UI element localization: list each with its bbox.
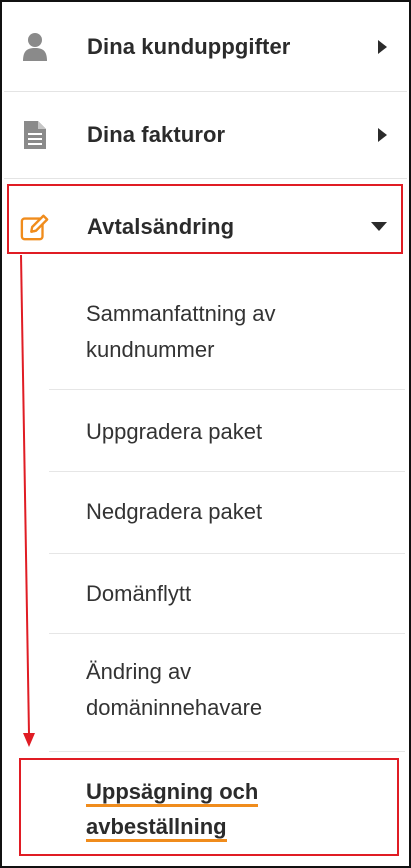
submenu-item-label: Sammanfattning av kundnummer [86, 301, 276, 362]
menu-item-kunduppgifter[interactable]: Dina kunduppgifter [4, 2, 407, 92]
edit-icon [20, 211, 50, 243]
submenu-item-uppsagning[interactable]: Uppsägning och avbeställning [49, 752, 405, 862]
submenu-item-domanflytt[interactable]: Domänflytt [49, 554, 405, 634]
submenu-item-sammanfattning[interactable]: Sammanfattning av kundnummer [49, 274, 405, 390]
navigation-menu: Dina kunduppgifter Dina fakturor Avtalsä… [0, 0, 411, 868]
submenu-item-andring-domaninnehavare[interactable]: Ändring av domäninnehavare [49, 634, 405, 752]
submenu-item-nedgradera[interactable]: Nedgradera paket [49, 472, 405, 554]
menu-item-label: Dina fakturor [87, 122, 226, 147]
submenu-item-uppgradera[interactable]: Uppgradera paket [49, 390, 405, 472]
chevron-right-icon [378, 128, 387, 142]
menu-item-fakturor[interactable]: Dina fakturor [4, 92, 407, 179]
submenu-item-label: Uppsägning och avbeställning [86, 774, 259, 844]
submenu-item-label: Nedgradera paket [86, 499, 263, 524]
submenu-item-label: Ändring av domäninnehavare [86, 659, 263, 720]
chevron-right-icon [378, 39, 387, 54]
submenu-item-label: Domänflytt [86, 581, 192, 606]
menu-item-label: Avtalsändring [87, 213, 235, 239]
document-icon [20, 119, 50, 151]
menu-item-label: Dina kunduppgifter [87, 33, 291, 59]
submenu-item-label: Uppgradera paket [86, 419, 263, 444]
user-icon [20, 31, 50, 63]
menu-item-avtalsandring[interactable]: Avtalsändring [4, 179, 407, 274]
chevron-down-icon [371, 222, 387, 231]
